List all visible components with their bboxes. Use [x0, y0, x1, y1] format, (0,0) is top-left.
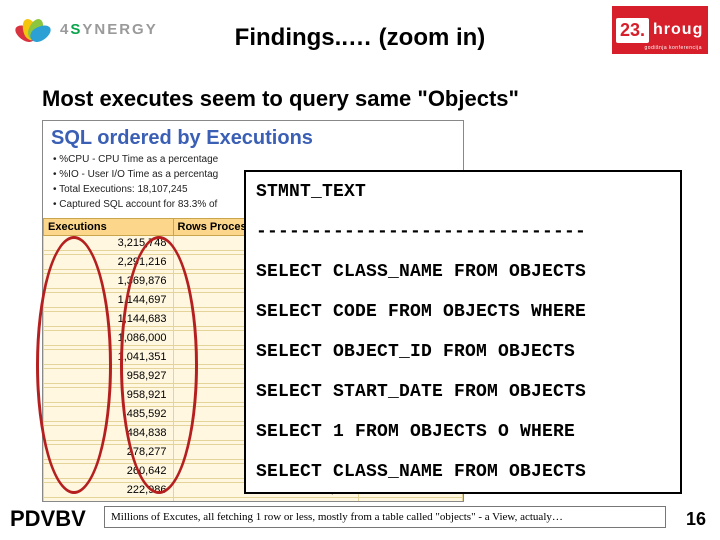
sql-line: SELECT CLASS_NAME FROM OBJECTS [246, 252, 680, 292]
sql-line: SELECT START_DATE FROM OBJECTS [246, 372, 680, 412]
table-row-gap [44, 498, 463, 502]
sql-divider: ------------------------------ [246, 212, 680, 252]
footer-caption: Millions of Excutes, all fetching 1 row … [104, 506, 666, 528]
highlight-ellipse-rows [120, 236, 198, 494]
sql-line: SELECT CLASS_NAME FROM OBJECTS [246, 452, 680, 492]
footer-page: 16 [686, 509, 706, 530]
sql-line: SELECT 1 FROM OBJECTS O WHERE [246, 412, 680, 452]
highlight-ellipse-executions [36, 236, 112, 494]
sql-statements-box: STMNT_TEXT -----------------------------… [244, 170, 682, 494]
footer-left: PDVBV [10, 506, 86, 532]
col-executions: Executions [44, 219, 174, 236]
sql-line: SELECT OBJECT_ID FROM OBJECTS [246, 332, 680, 372]
sql-line: SELECT CODE FROM OBJECTS WHERE [246, 292, 680, 332]
sql-header: STMNT_TEXT [246, 172, 680, 212]
slide-subtitle: Most executes seem to query same "Object… [42, 86, 519, 112]
awr-heading: SQL ordered by Executions [43, 121, 463, 152]
awr-bullet: %CPU - CPU Time as a percentage [53, 152, 453, 167]
slide-title: Findings..… (zoom in) [0, 24, 720, 52]
